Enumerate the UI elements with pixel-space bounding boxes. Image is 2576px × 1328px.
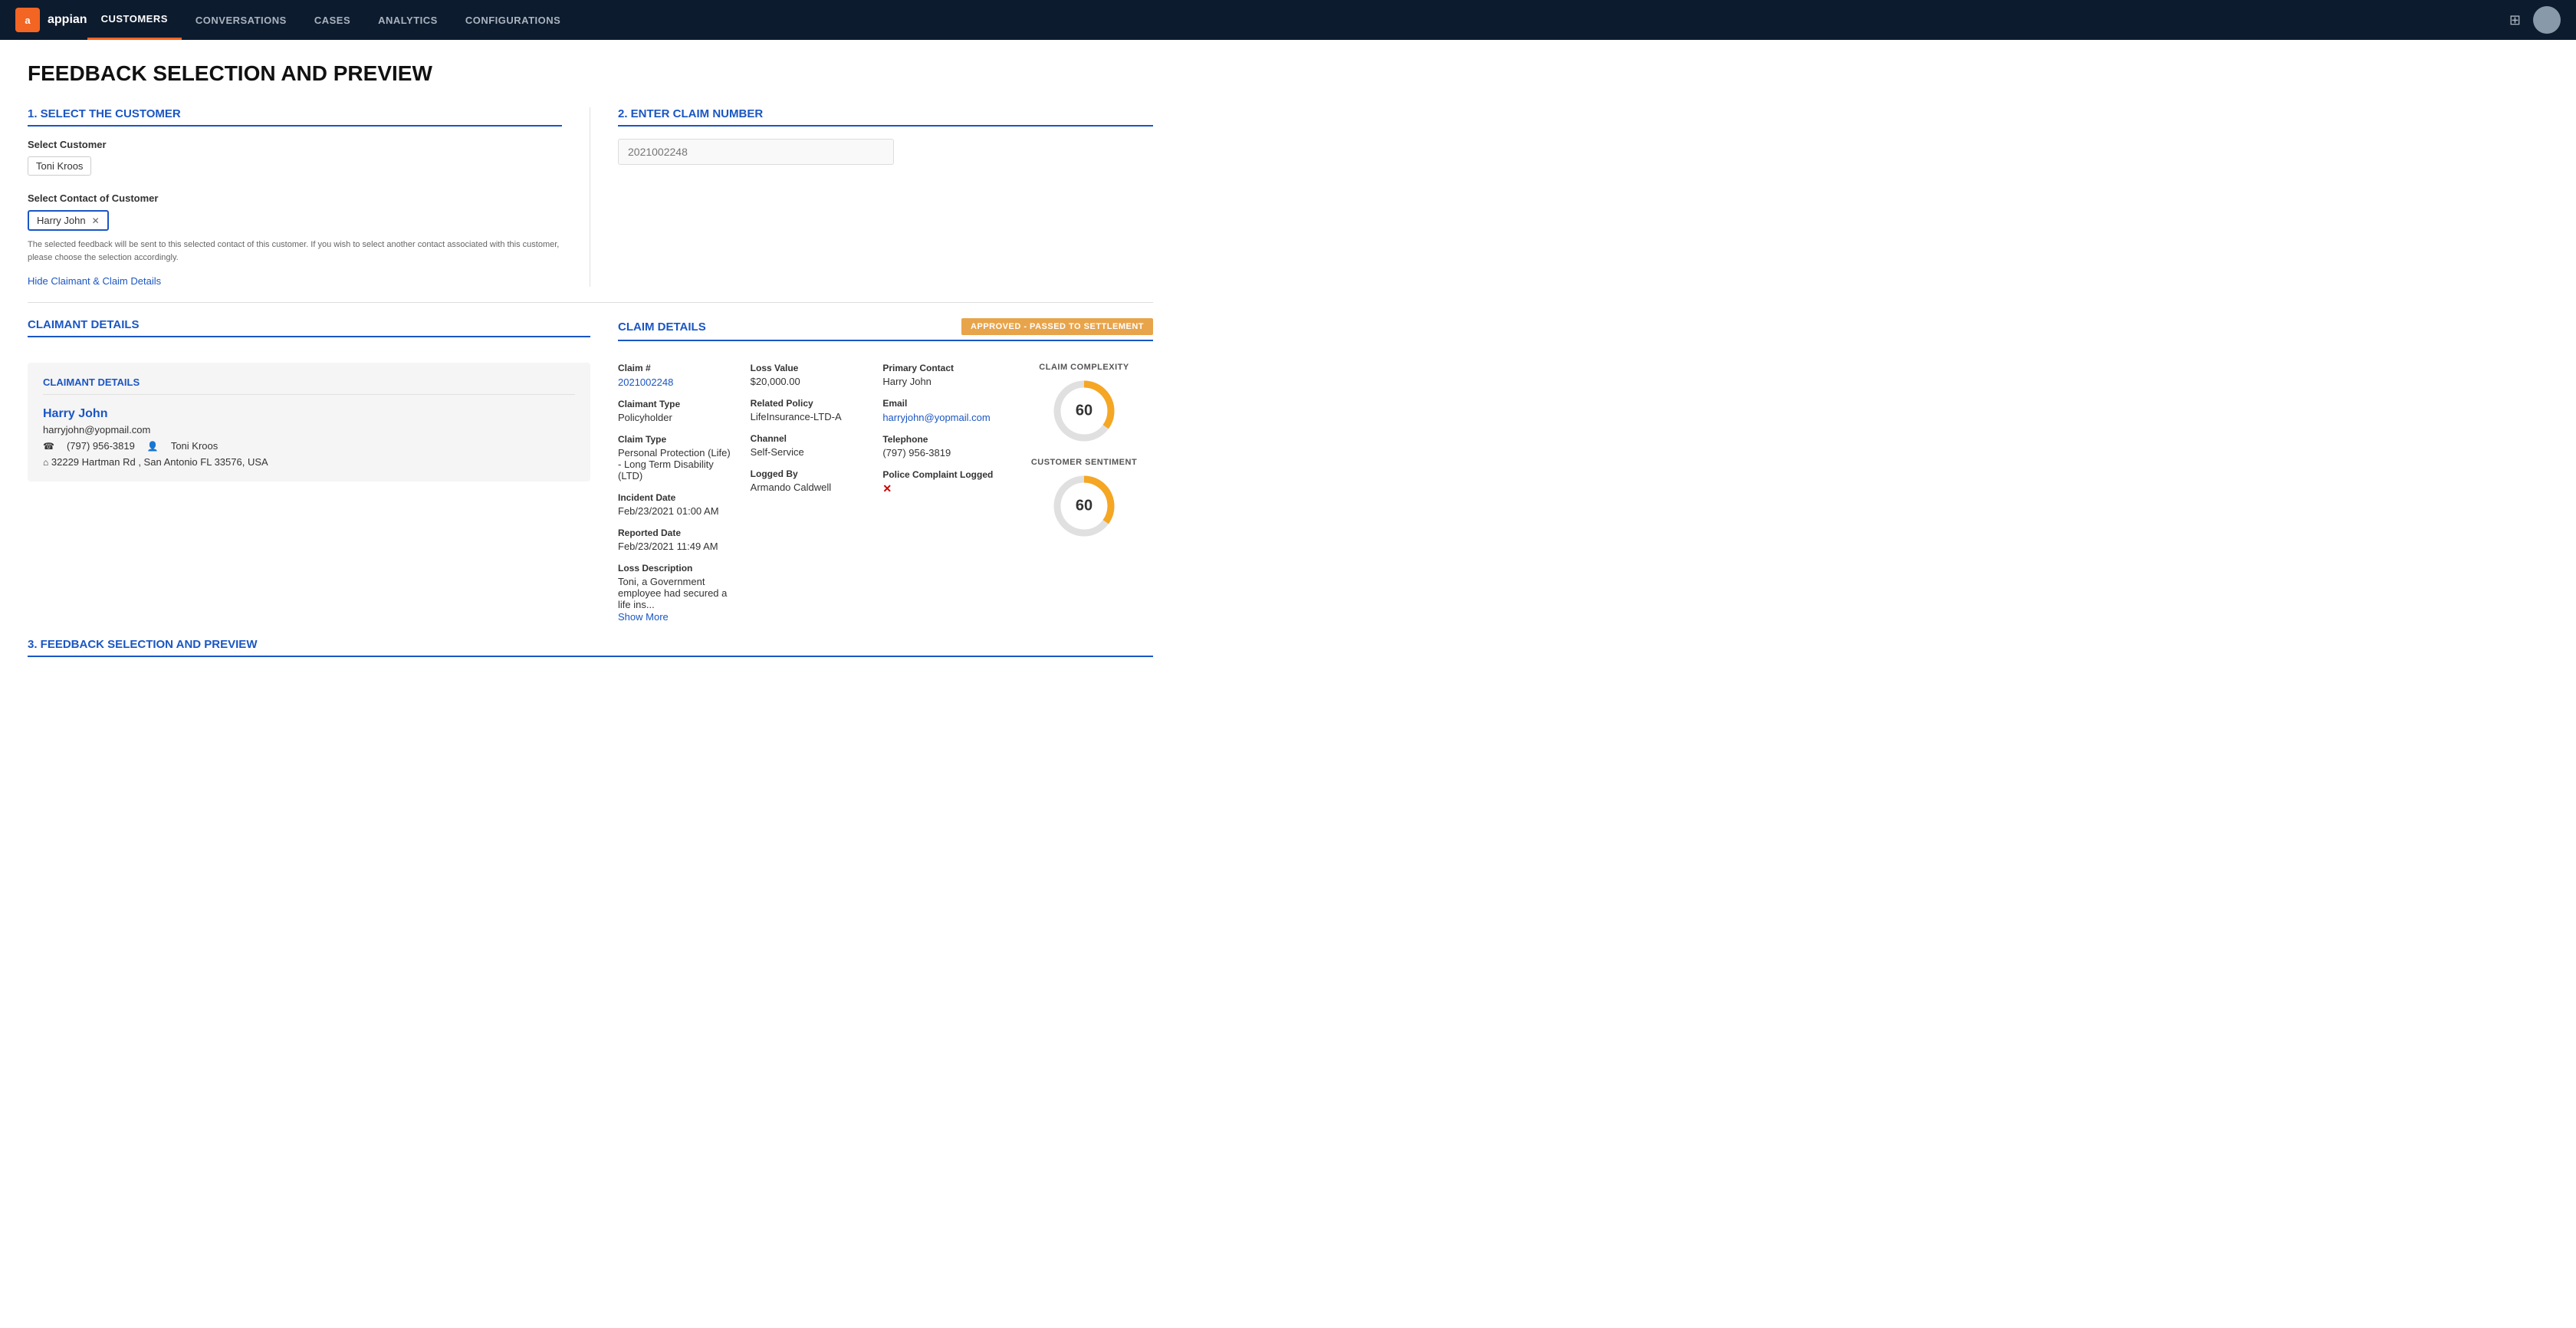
- claimant-type-value: Policyholder: [618, 412, 735, 423]
- nav-analytics[interactable]: ANALYTICS: [364, 0, 452, 40]
- nav-configurations[interactable]: CONFIGURATIONS: [452, 0, 574, 40]
- home-icon: [43, 456, 48, 468]
- phone-icon: [43, 440, 54, 452]
- claim-complexity-value: 60: [1076, 403, 1092, 420]
- claimant-card-title: CLAIMANT DETAILS: [43, 376, 575, 388]
- enter-claim-section: 2. ENTER CLAIM NUMBER: [590, 107, 1153, 287]
- page-title: FEEDBACK SELECTION AND PREVIEW: [28, 61, 1153, 86]
- claim-complexity-chart: 60: [1050, 376, 1119, 445]
- telephone-value: (797) 956-3819: [882, 447, 1000, 459]
- customer-tag[interactable]: Toni Kroos: [28, 156, 91, 176]
- contact-icon: [147, 440, 159, 452]
- section3-heading: 3. FEEDBACK SELECTION AND PREVIEW: [28, 638, 1153, 657]
- show-more-link[interactable]: Show More: [618, 611, 669, 623]
- customer-sentiment-value: 60: [1076, 498, 1092, 515]
- customer-sentiment-label: CUSTOMER SENTIMENT: [1031, 458, 1137, 467]
- claimant-address: 32229 Hartman Rd , San Antonio FL 33576,…: [43, 456, 575, 468]
- primary-contact-field: Primary Contact Harry John: [882, 363, 1000, 387]
- email-link[interactable]: harryjohn@yopmail.com: [882, 412, 990, 423]
- select-contact-label: Select Contact of Customer: [28, 192, 562, 204]
- claim-number-field: Claim # 2021002248: [618, 363, 735, 388]
- charts-col: CLAIM COMPLEXITY 60 CUSTOMER SENTIMENT 6…: [1015, 363, 1153, 623]
- navigation: a appian CUSTOMERS CONVERSATIONS CASES A…: [0, 0, 2576, 40]
- incident-date-field: Incident Date Feb/23/2021 01:00 AM: [618, 492, 735, 517]
- telephone-field: Telephone (797) 956-3819: [882, 434, 1000, 459]
- related-policy-field: Related Policy LifeInsurance-LTD-A: [751, 398, 868, 422]
- claimant-type-field: Claimant Type Policyholder: [618, 399, 735, 423]
- logo-icon: a: [15, 8, 40, 32]
- select-customer-section: 1. SELECT THE CUSTOMER Select Customer T…: [28, 107, 590, 287]
- primary-contact-value: Harry John: [882, 376, 1000, 387]
- claim-col1: Claim # 2021002248 Claimant Type Policyh…: [618, 363, 735, 623]
- address-text: 32229 Hartman Rd , San Antonio FL 33576,…: [51, 456, 268, 468]
- avatar[interactable]: [2533, 6, 2561, 34]
- claimant-contact: Toni Kroos: [171, 440, 218, 452]
- loss-value: $20,000.00: [751, 376, 868, 387]
- police-complaint-x: ✕: [882, 482, 892, 495]
- section1-heading: 1. SELECT THE CUSTOMER: [28, 107, 562, 127]
- related-policy-value: LifeInsurance-LTD-A: [751, 411, 868, 422]
- grid-icon[interactable]: ⊞: [2509, 12, 2521, 28]
- hint-text: The selected feedback will be sent to th…: [28, 238, 562, 264]
- contact-tag-text: Harry John: [37, 215, 86, 226]
- claimant-phone: (797) 956-3819: [67, 440, 135, 452]
- claim-col3: Primary Contact Harry John Email harryjo…: [882, 363, 1000, 623]
- hide-claimant-link[interactable]: Hide Claimant & Claim Details: [28, 275, 161, 287]
- reported-date-field: Reported Date Feb/23/2021 11:49 AM: [618, 528, 735, 552]
- main-content: FEEDBACK SELECTION AND PREVIEW 1. SELECT…: [0, 40, 1181, 679]
- email-field: Email harryjohn@yopmail.com: [882, 398, 1000, 423]
- nav-links: CUSTOMERS CONVERSATIONS CASES ANALYTICS …: [87, 0, 575, 40]
- logo-text: appian: [48, 13, 87, 27]
- claimant-name: Harry John: [43, 407, 575, 421]
- nav-conversations[interactable]: CONVERSATIONS: [182, 0, 301, 40]
- claim-details-grid: Claim # 2021002248 Claimant Type Policyh…: [590, 363, 1153, 623]
- claimant-details-section-heading: CLAIMANT DETAILS: [28, 318, 590, 353]
- incident-date-value: Feb/23/2021 01:00 AM: [618, 505, 735, 517]
- remove-contact-button[interactable]: ✕: [92, 215, 100, 226]
- reported-date-value: Feb/23/2021 11:49 AM: [618, 541, 735, 552]
- claimant-email: harryjohn@yopmail.com: [43, 424, 575, 436]
- logged-by-field: Logged By Armando Caldwell: [751, 468, 868, 493]
- claim-type-value: Personal Protection (Life) - Long Term D…: [618, 447, 735, 482]
- select-customer-label: Select Customer: [28, 139, 562, 150]
- nav-right: ⊞: [2509, 6, 2561, 34]
- claimant-meta: (797) 956-3819 Toni Kroos: [43, 440, 575, 452]
- claim-number-link[interactable]: 2021002248: [618, 376, 673, 388]
- nav-customers[interactable]: CUSTOMERS: [87, 0, 182, 40]
- loss-description-field: Loss Description Toni, a Government empl…: [618, 563, 735, 623]
- logged-by-value: Armando Caldwell: [751, 482, 868, 493]
- section2-heading: 2. ENTER CLAIM NUMBER: [618, 107, 1153, 127]
- claim-complexity-label: CLAIM COMPLEXITY: [1039, 363, 1129, 372]
- top-section: 1. SELECT THE CUSTOMER Select Customer T…: [28, 107, 1153, 303]
- approved-badge: APPROVED - PASSED TO SETTLEMENT: [961, 318, 1153, 335]
- customer-sentiment-chart: 60: [1050, 472, 1119, 541]
- details-section: CLAIMANT DETAILS Harry John harryjohn@yo…: [28, 363, 1153, 623]
- claimant-card-wrapper: CLAIMANT DETAILS Harry John harryjohn@yo…: [28, 363, 590, 623]
- claim-col2: Loss Value $20,000.00 Related Policy Lif…: [751, 363, 868, 623]
- claim-details-section: CLAIM DETAILS APPROVED - PASSED TO SETTL…: [590, 318, 1153, 353]
- loss-description-value: Toni, a Government employee had secured …: [618, 576, 735, 610]
- channel-field: Channel Self-Service: [751, 433, 868, 458]
- claim-number-input[interactable]: [618, 139, 894, 165]
- channel-value: Self-Service: [751, 446, 868, 458]
- claim-type-field: Claim Type Personal Protection (Life) - …: [618, 434, 735, 482]
- loss-value-field: Loss Value $20,000.00: [751, 363, 868, 387]
- appian-logo[interactable]: a appian: [15, 8, 87, 32]
- claim-details-heading: CLAIM DETAILS: [618, 320, 706, 334]
- nav-cases[interactable]: CASES: [301, 0, 364, 40]
- police-complaint-field: Police Complaint Logged ✕: [882, 469, 1000, 495]
- claimant-card: CLAIMANT DETAILS Harry John harryjohn@yo…: [28, 363, 590, 482]
- contact-tag[interactable]: Harry John ✕: [28, 210, 109, 231]
- customer-tag-text: Toni Kroos: [36, 160, 83, 172]
